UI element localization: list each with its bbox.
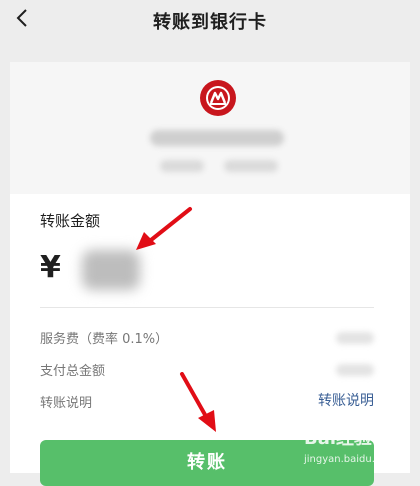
transfer-note-label: 转账说明 (40, 396, 93, 411)
currency-symbol: ¥ (40, 250, 61, 285)
payee-bank-blurred (160, 160, 204, 172)
nav-bar: 转账到银行卡 (0, 0, 420, 40)
service-fee-label: 服务费（费率 0.1%） (40, 332, 169, 347)
transfer-note-link[interactable]: 转账说明 (318, 390, 374, 410)
watermark-url: jingyan.baidu.com (304, 454, 397, 465)
amount-label: 转账金额 (40, 212, 101, 230)
bank-logo-icon (200, 80, 236, 116)
annotation-arrow-amount-icon (136, 207, 192, 250)
service-fee-value-blurred (336, 332, 374, 344)
annotation-arrow-button-icon (180, 372, 216, 432)
divider (40, 307, 374, 308)
watermark: Bai经验 jingyan.baidu.com (304, 424, 414, 470)
payee-card (10, 62, 410, 194)
total-amount-label: 支付总金额 (40, 364, 106, 379)
payee-account-blurred (224, 160, 278, 172)
watermark-text: Bai经验 (304, 428, 373, 449)
total-amount-value-blurred (336, 364, 374, 376)
page-title: 转账到银行卡 (153, 12, 267, 33)
payee-name-blurred (150, 130, 284, 146)
amount-input[interactable] (82, 250, 140, 290)
